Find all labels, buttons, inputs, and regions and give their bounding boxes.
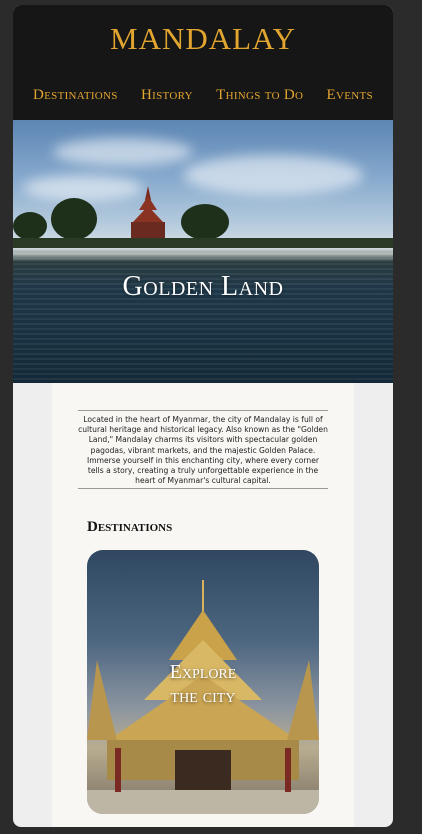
main-nav: Destinations History Things to Do Events xyxy=(13,87,393,104)
site-header: MANDALAY Destinations History Things to … xyxy=(13,5,393,120)
hero-banner: Golden Land xyxy=(13,120,393,383)
hero-water xyxy=(13,248,393,383)
hero-title: Golden Land xyxy=(122,271,284,302)
nav-things-to-do[interactable]: Things to Do xyxy=(216,87,303,104)
nav-history[interactable]: History xyxy=(141,87,193,104)
main-content: Located in the heart of Myanmar, the cit… xyxy=(52,383,354,827)
card-label: Explore the city xyxy=(87,660,319,708)
hero-tree xyxy=(13,212,47,240)
hero-cloud xyxy=(183,155,363,195)
card-label-line2: the city xyxy=(170,685,236,707)
hero-cloud xyxy=(53,138,193,166)
divider-top xyxy=(78,410,328,411)
palace-tower-icon xyxy=(131,186,165,240)
hero-shoreline xyxy=(13,238,393,248)
site-logo[interactable]: MANDALAY xyxy=(13,21,393,57)
intro-paragraph: Located in the heart of Myanmar, the cit… xyxy=(78,415,328,486)
hero-cloud xyxy=(23,175,143,201)
nav-destinations[interactable]: Destinations xyxy=(33,87,118,104)
nav-events[interactable]: Events xyxy=(327,87,373,104)
hero-tree xyxy=(181,204,229,240)
explore-city-card[interactable]: Explore the city xyxy=(87,550,319,814)
destinations-heading: Destinations xyxy=(87,519,173,535)
hero-tree xyxy=(51,198,97,240)
divider-bottom xyxy=(78,488,328,489)
card-label-line1: Explore xyxy=(169,661,237,683)
page-frame: MANDALAY Destinations History Things to … xyxy=(13,5,393,827)
